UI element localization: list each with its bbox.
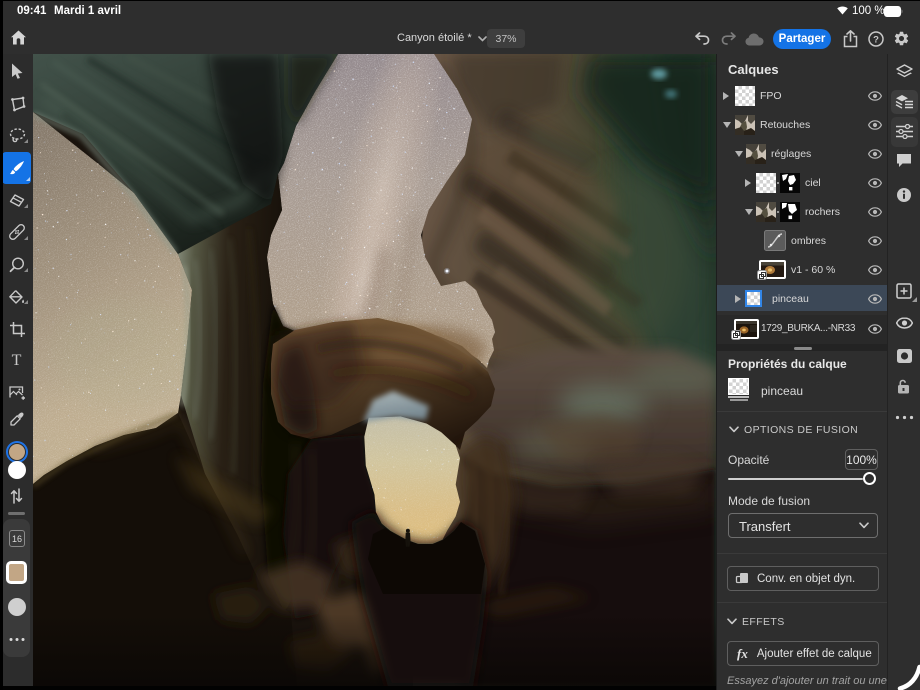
svg-text:?: ? <box>873 34 879 45</box>
